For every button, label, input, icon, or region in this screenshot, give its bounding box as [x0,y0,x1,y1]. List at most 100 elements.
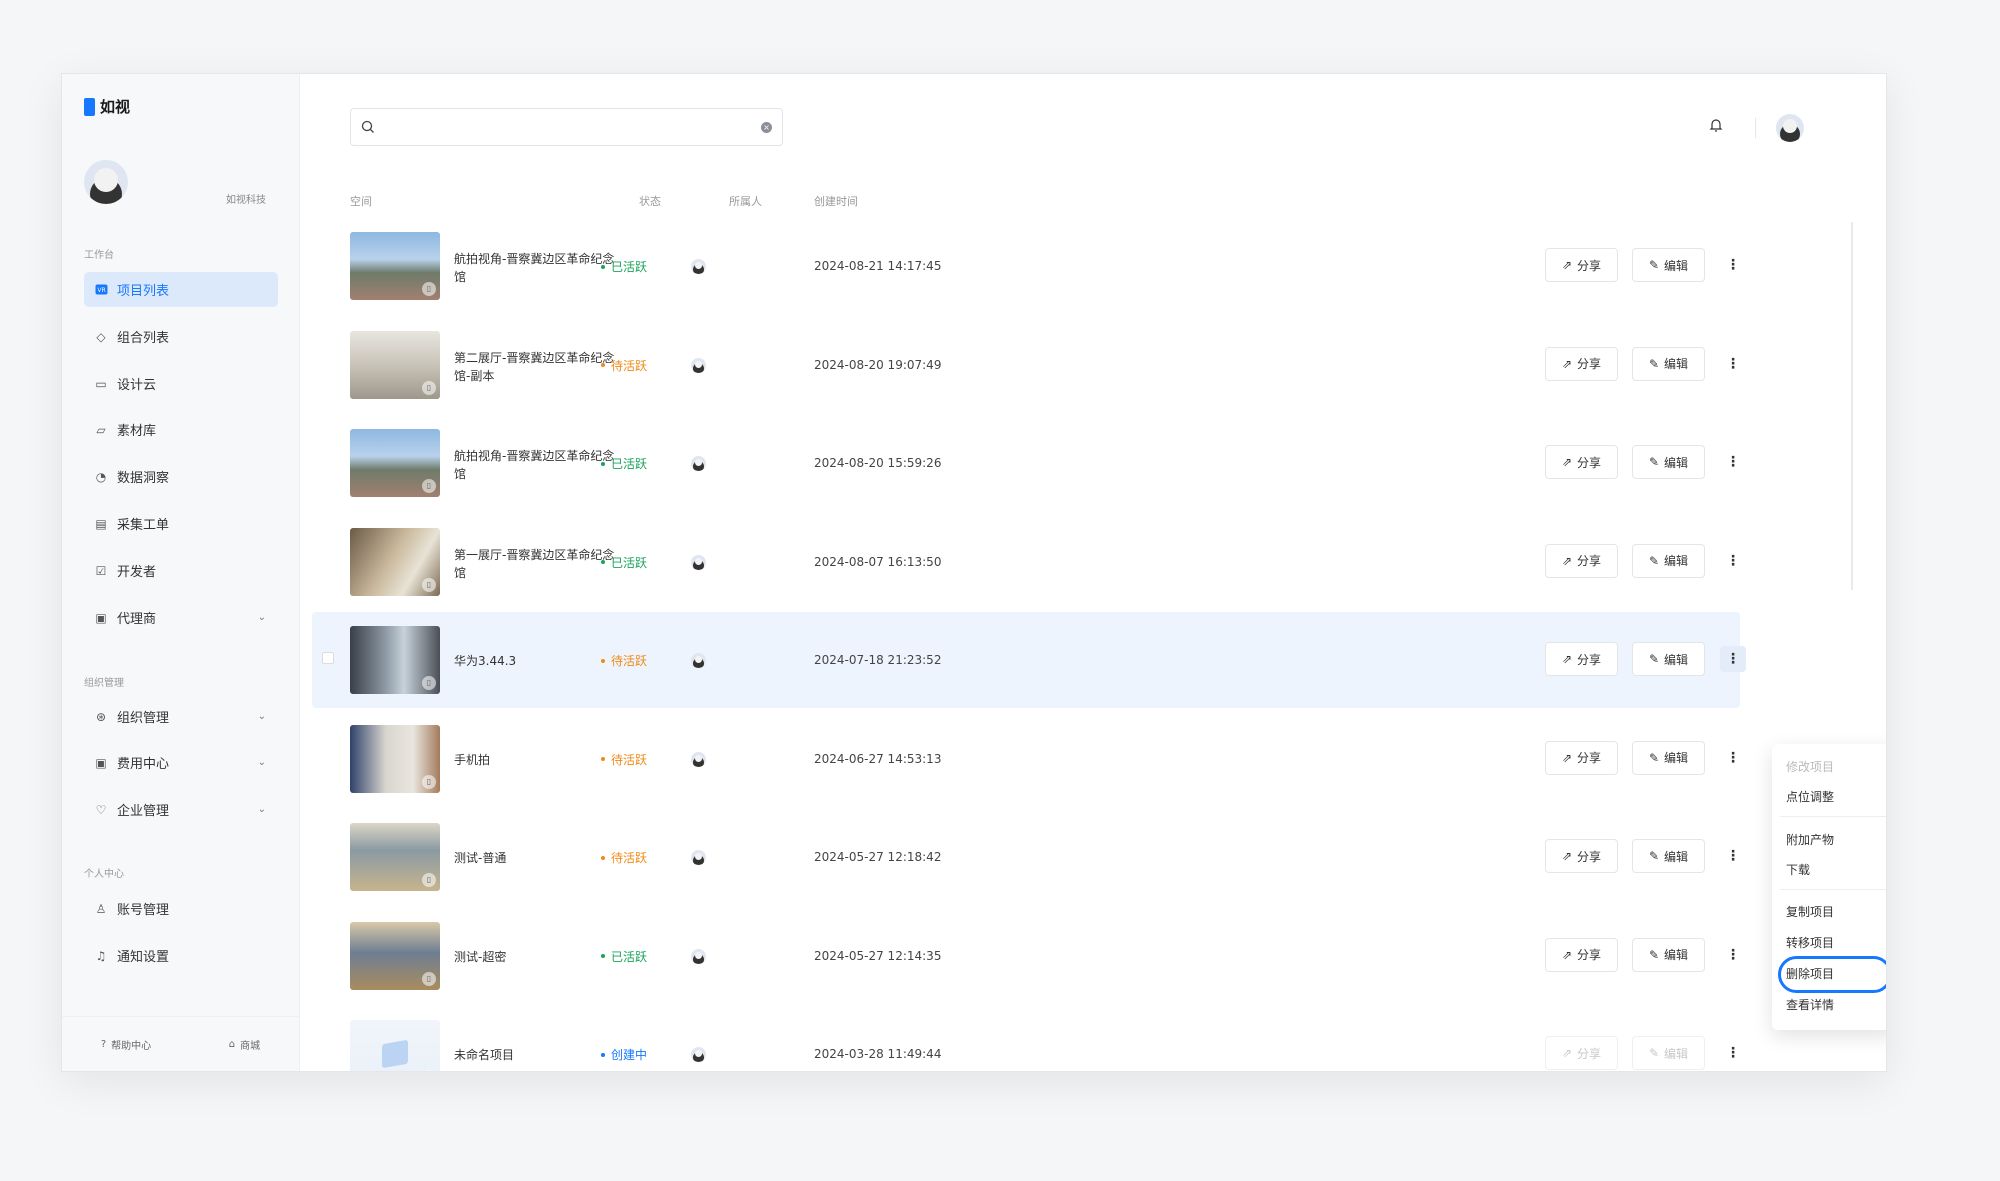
sidebar-item-account[interactable]: ♙ 账号管理 [84,891,278,926]
column-header-owner[interactable]: 所属人 [729,193,762,209]
logo[interactable]: 如视 [84,96,130,117]
edit-button[interactable]: ✎ 编辑 [1632,839,1705,873]
help-center-link[interactable]: ? 帮助中心 [101,1037,151,1052]
project-name[interactable]: 测试-普通 [454,849,624,867]
share-button[interactable]: ⇗ 分享 [1545,642,1618,676]
scrollbar[interactable] [1851,222,1853,590]
sidebar-item-data-insight[interactable]: ◔ 数据洞察 [84,459,278,494]
edit-button[interactable]: ✎ 编辑 [1632,543,1705,578]
notification-bell-icon[interactable] [1708,117,1724,137]
more-actions-button[interactable]: ⋮ [1720,942,1746,968]
sidebar-item-project-list[interactable]: VR 项目列表 [84,272,278,307]
project-name[interactable]: 手机拍 [454,751,624,769]
edit-button[interactable]: ✎ 编辑 [1632,445,1705,479]
avatar[interactable] [84,160,128,204]
owner-avatar[interactable] [691,554,706,570]
edit-button[interactable]: ✎ 编辑 [1632,1036,1705,1070]
share-button[interactable]: ⇗ 分享 [1545,839,1618,873]
table-row[interactable]: ▯ 测试-超密 已活跃 2024-05-27 12:14:35 ⇗ 分享 ✎ 编辑 ⋮ [312,908,1740,1004]
owner-avatar[interactable] [691,850,706,865]
sidebar-item-combo-list[interactable]: ◇ 组合列表 [84,319,278,354]
owner-avatar[interactable] [691,1047,706,1062]
owner-avatar[interactable] [691,259,706,274]
sidebar-item-agent[interactable]: ▣ 代理商 ⌄ [84,600,278,635]
more-actions-button[interactable]: ⋮ [1720,351,1746,377]
owner-avatar[interactable] [691,456,706,471]
share-button[interactable]: ⇗ 分享 [1545,1036,1618,1070]
table-row[interactable]: ▯ 航拍视角-晋察冀边区革命纪念馆 已活跃 2024-08-21 14:17:45 ⇗ 分… [312,218,1740,314]
project-thumbnail[interactable]: ▯ [350,921,440,990]
table-row[interactable]: ▯ 第二展厅-晋察冀边区革命纪念馆-副本 待活跃 2024-08-20 19:07:4… [312,317,1740,413]
search-box[interactable]: × [350,108,783,146]
menu-item-point-adjust[interactable]: 点位调整 [1786,788,1834,805]
project-name[interactable]: 第一展厅-晋察冀边区革命纪念馆 [454,546,624,582]
share-button[interactable]: ⇗ 分享 [1545,346,1618,381]
share-button[interactable]: ⇗ 分享 [1545,543,1618,578]
share-button[interactable]: ⇗ 分享 [1545,445,1618,479]
sidebar-item-design-cloud[interactable]: ▭ 设计云 [84,366,278,401]
project-name[interactable]: 航拍视角-晋察冀边区革命纪念馆 [454,250,624,286]
project-thumbnail[interactable]: ▯ [350,527,440,596]
owner-avatar[interactable] [691,948,706,964]
project-thumbnail[interactable]: ▯ [350,724,440,793]
project-name[interactable]: 测试-超密 [454,948,624,966]
edit-button[interactable]: ✎ 编辑 [1632,937,1705,972]
menu-item-attached-products[interactable]: 附加产物 [1786,831,1834,848]
table-row[interactable]: ▯ 第一展厅-晋察冀边区革命纪念馆 已活跃 2024-08-07 16:13:50 ⇗ 分… [312,514,1740,610]
share-button[interactable]: ⇗ 分享 [1545,937,1618,972]
more-actions-button[interactable]: ⋮ [1720,1040,1746,1066]
project-thumbnail[interactable]: ▯ [350,330,440,399]
project-thumbnail[interactable]: ▯ [350,823,440,891]
edit-button[interactable]: ✎ 编辑 [1632,642,1705,676]
project-thumbnail[interactable]: ▯ [350,429,440,497]
table-row[interactable]: ▯ 测试-普通 待活跃 2024-05-27 12:18:42 ⇗ 分享 ✎ 编辑 ⋮ [312,809,1740,905]
user-avatar[interactable] [1776,114,1804,142]
menu-item-view-details[interactable]: 查看详情 [1786,996,1834,1013]
more-actions-button[interactable]: ⋮ [1720,252,1746,278]
owner-avatar[interactable] [691,653,706,668]
more-actions-button[interactable]: ⋮ [1720,745,1746,771]
edit-button[interactable]: ✎ 编辑 [1632,740,1705,775]
clear-icon[interactable]: × [761,121,772,133]
owner-avatar[interactable] [691,751,706,767]
sidebar-item-material-library[interactable]: ▱ 素材库 [84,412,278,447]
menu-item-transfer-project[interactable]: 转移项目 [1786,934,1834,951]
table-row[interactable]: ▯ 手机拍 待活跃 2024-06-27 14:53:13 ⇗ 分享 ✎ 编辑 ⋮ [312,711,1740,807]
search-input[interactable] [383,109,761,145]
more-actions-button[interactable]: ⋮ [1720,548,1746,574]
row-checkbox[interactable] [322,652,334,664]
project-name[interactable]: 未命名项目 [454,1046,624,1064]
profile[interactable]: 如视科技 [84,160,266,206]
sidebar-item-notification[interactable]: ♫ 通知设置 [84,938,278,973]
edit-button[interactable]: ✎ 编辑 [1632,346,1705,381]
menu-item-delete-project[interactable]: 删除项目 [1786,965,1834,982]
table-row[interactable]: ▯ 航拍视角-晋察冀边区革命纪念馆 已活跃 2024-08-20 15:59:26 ⇗ 分… [312,415,1740,511]
owner-avatar[interactable] [691,357,706,373]
more-actions-button[interactable]: ⋮ [1720,449,1746,475]
project-name[interactable]: 华为3.44.3 [454,652,624,670]
project-name[interactable]: 航拍视角-晋察冀边区革命纪念馆 [454,447,624,483]
edit-button[interactable]: ✎ 编辑 [1632,248,1705,282]
sidebar-item-work-order[interactable]: ▤ 采集工单 [84,506,278,541]
menu-item-download[interactable]: 下载 [1786,861,1810,878]
sidebar-item-billing[interactable]: ▣ 费用中心 ⌄ [84,745,278,780]
column-header-status[interactable]: 状态 [639,193,661,209]
project-thumbnail[interactable]: ▯ [350,626,440,694]
sidebar-item-org-management[interactable]: ⊛ 组织管理 ⌄ [84,699,278,734]
sidebar-item-enterprise[interactable]: ♡ 企业管理 ⌄ [84,792,278,827]
shop-link[interactable]: ⌂ 商城 [229,1037,260,1052]
sidebar-item-label: 设计云 [117,378,157,393]
project-thumbnail[interactable]: ▯ [350,232,440,300]
menu-item-copy-project[interactable]: 复制项目 [1786,903,1834,920]
project-thumbnail[interactable]: ▯ [350,1020,440,1071]
share-button[interactable]: ⇗ 分享 [1545,740,1618,775]
more-actions-button[interactable]: ⋮ [1720,646,1746,672]
project-name[interactable]: 第二展厅-晋察冀边区革命纪念馆-副本 [454,349,624,385]
table-row[interactable]: ▯ 华为3.44.3 待活跃 2024-07-18 21:23:52 ⇗ 分享 ✎ 编辑 ⋮ [312,612,1746,708]
column-header-created[interactable]: 创建时间 [814,193,858,209]
more-actions-button[interactable]: ⋮ [1720,843,1746,869]
share-button[interactable]: ⇗ 分享 [1545,248,1618,282]
table-row[interactable]: ▯未命名项目创建中2024-03-28 11:49:44⇗分享✎编辑⋮ [312,1006,1740,1071]
column-header-space[interactable]: 空间 [350,193,372,209]
sidebar-item-developer[interactable]: ☑ 开发者 [84,553,278,588]
